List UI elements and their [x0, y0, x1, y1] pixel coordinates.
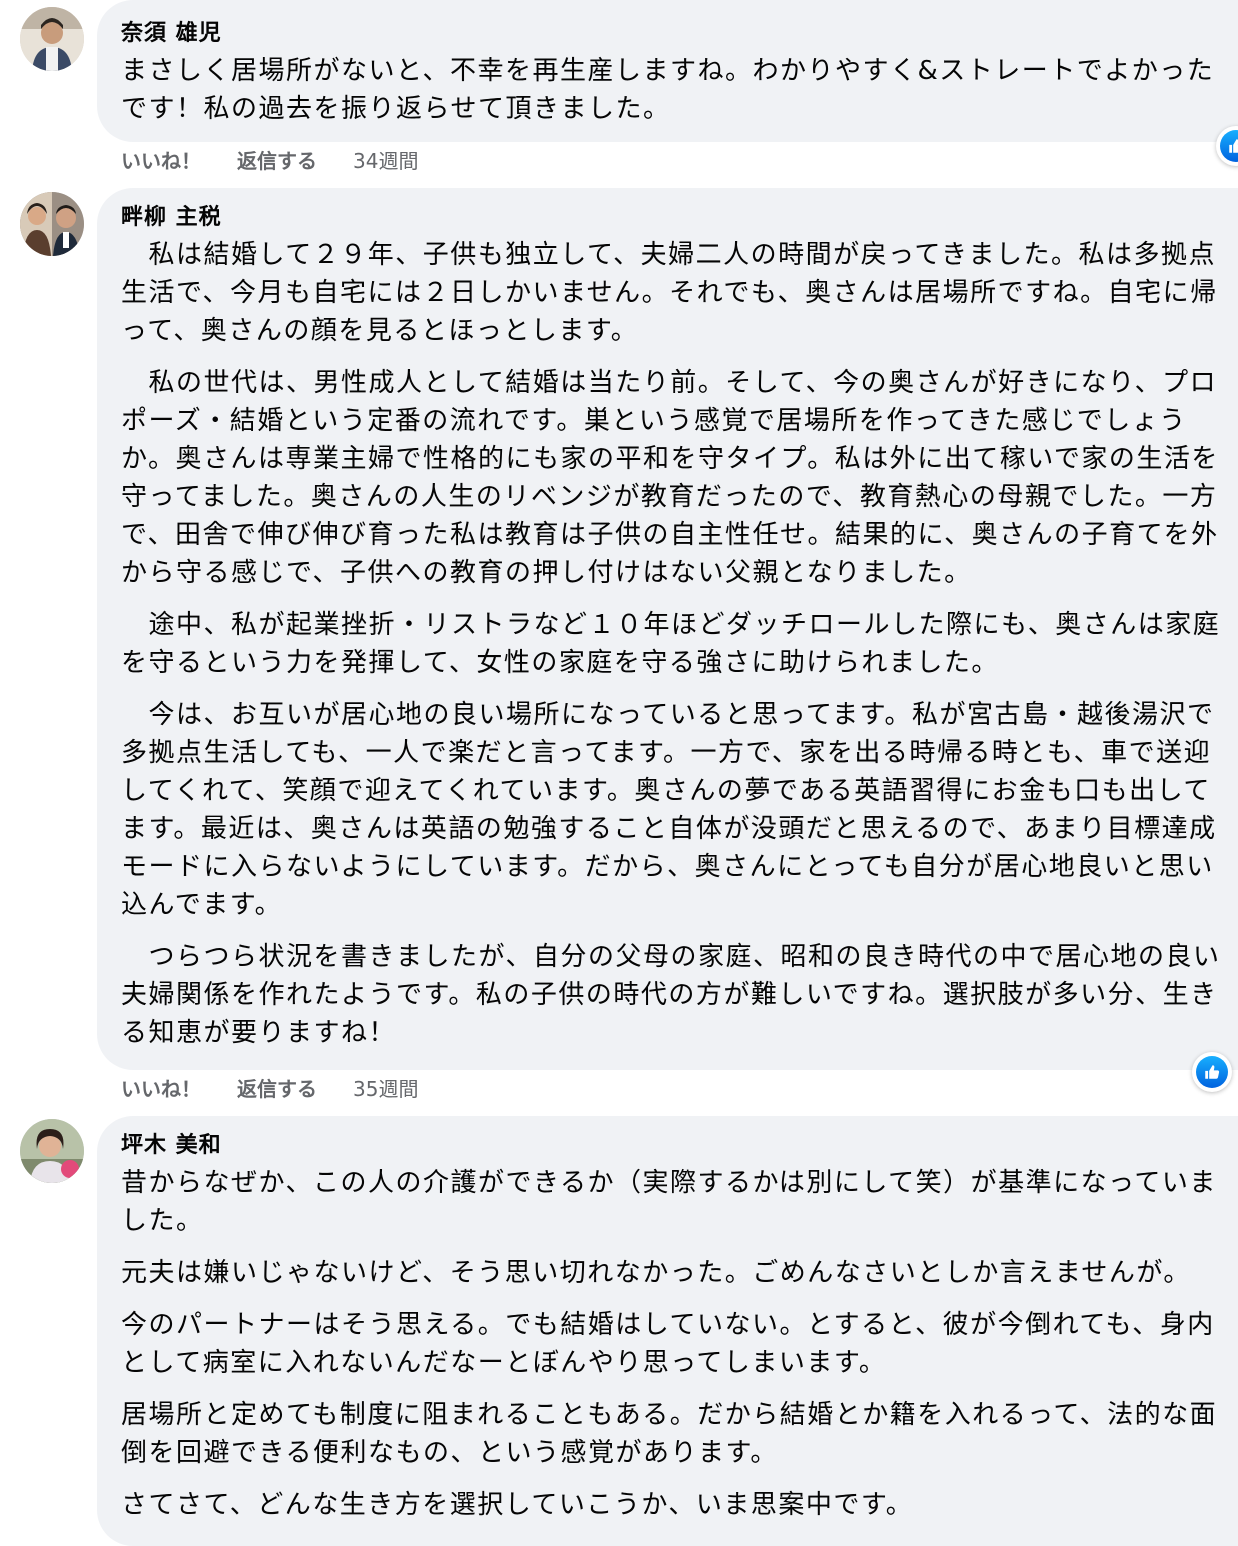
- reply-button[interactable]: 返信する: [237, 1075, 317, 1103]
- comment-text: 途中、私が起業挫折・リストラなど１０年ほどダッチロールした際にも、奥さんは家庭を…: [121, 610, 1221, 678]
- thumbs-up-icon: [1196, 1056, 1228, 1088]
- comment-text: 今のパートナーはそう思える。でも結婚はしていない。とすると、彼が今倒れても、身内…: [121, 1310, 1215, 1378]
- avatar[interactable]: [20, 7, 84, 71]
- comment-text: 私は結婚して２９年、子供も独立して、夫婦二人の時間が戻ってきました。私は多拠点生…: [121, 240, 1218, 346]
- comment-timestamp[interactable]: 35週間: [353, 1075, 418, 1103]
- comment-timestamp[interactable]: 34週間: [353, 147, 418, 175]
- like-button[interactable]: いいね！: [121, 147, 201, 175]
- avatar-photo: [20, 1119, 84, 1183]
- avatar-photo: [20, 7, 84, 71]
- comment-author[interactable]: 畔柳 主税: [121, 202, 1238, 234]
- comment-author[interactable]: 奈須 雄児: [121, 18, 1238, 50]
- comment-text: 元夫は嫌いじゃないけど、そう思い切れなかった。ごめんなさいとしか言えませんが。: [121, 1258, 1191, 1288]
- comment-text: まさしく居場所がないと、不幸を再生産しますね。わかりやすく&ストレートでよかった…: [121, 56, 1215, 124]
- thumbs-up-icon: [1220, 130, 1238, 162]
- avatar-photo: [20, 192, 84, 256]
- avatar[interactable]: [20, 192, 84, 256]
- comment-author[interactable]: 坪木 美和: [121, 1130, 1238, 1162]
- comment-text: 私の世代は、男性成人として結婚は当たり前。そして、今の奥さんが好きになり、プロポ…: [121, 368, 1219, 588]
- comment-text: 居場所と定めても制度に阻まれることもある。だから結婚とか籍を入れるって、法的な面…: [121, 1400, 1218, 1468]
- comment-bubble: 奈須 雄児 まさしく居場所がないと、不幸を再生産しますね。わかりやすく&ストレー…: [97, 0, 1238, 142]
- comment-text: 昔からなぜか、この人の介護ができるか（実際するかは別にして笑）が基準になっていま…: [121, 1168, 1217, 1236]
- comment-text: 今は、お互いが居心地の良い場所になっていると思ってます。私が宮古島・越後湯沢で多…: [121, 700, 1217, 920]
- comment-actions: いいね！ 返信する 34週間: [121, 147, 418, 175]
- comment-bubble: 畔柳 主税 私は結婚して２９年、子供も独立して、夫婦二人の時間が戻ってきました。…: [97, 188, 1238, 1070]
- reply-button[interactable]: 返信する: [237, 147, 317, 175]
- like-reaction-badge[interactable]: [1192, 1052, 1232, 1092]
- like-button[interactable]: いいね！: [121, 1075, 201, 1103]
- avatar[interactable]: [20, 1119, 84, 1183]
- comment-text: さてさて、どんな生き方を選択していこうか、いま思案中です。: [121, 1490, 914, 1520]
- comment-text: つらつら状況を書きましたが、自分の父母の家庭、昭和の良き時代の中で居心地の良い夫…: [121, 942, 1221, 1048]
- comment-actions: いいね！ 返信する 35週間: [121, 1075, 418, 1103]
- comment-bubble: 坪木 美和 昔からなぜか、この人の介護ができるか（実際するかは別にして笑）が基準…: [97, 1116, 1238, 1546]
